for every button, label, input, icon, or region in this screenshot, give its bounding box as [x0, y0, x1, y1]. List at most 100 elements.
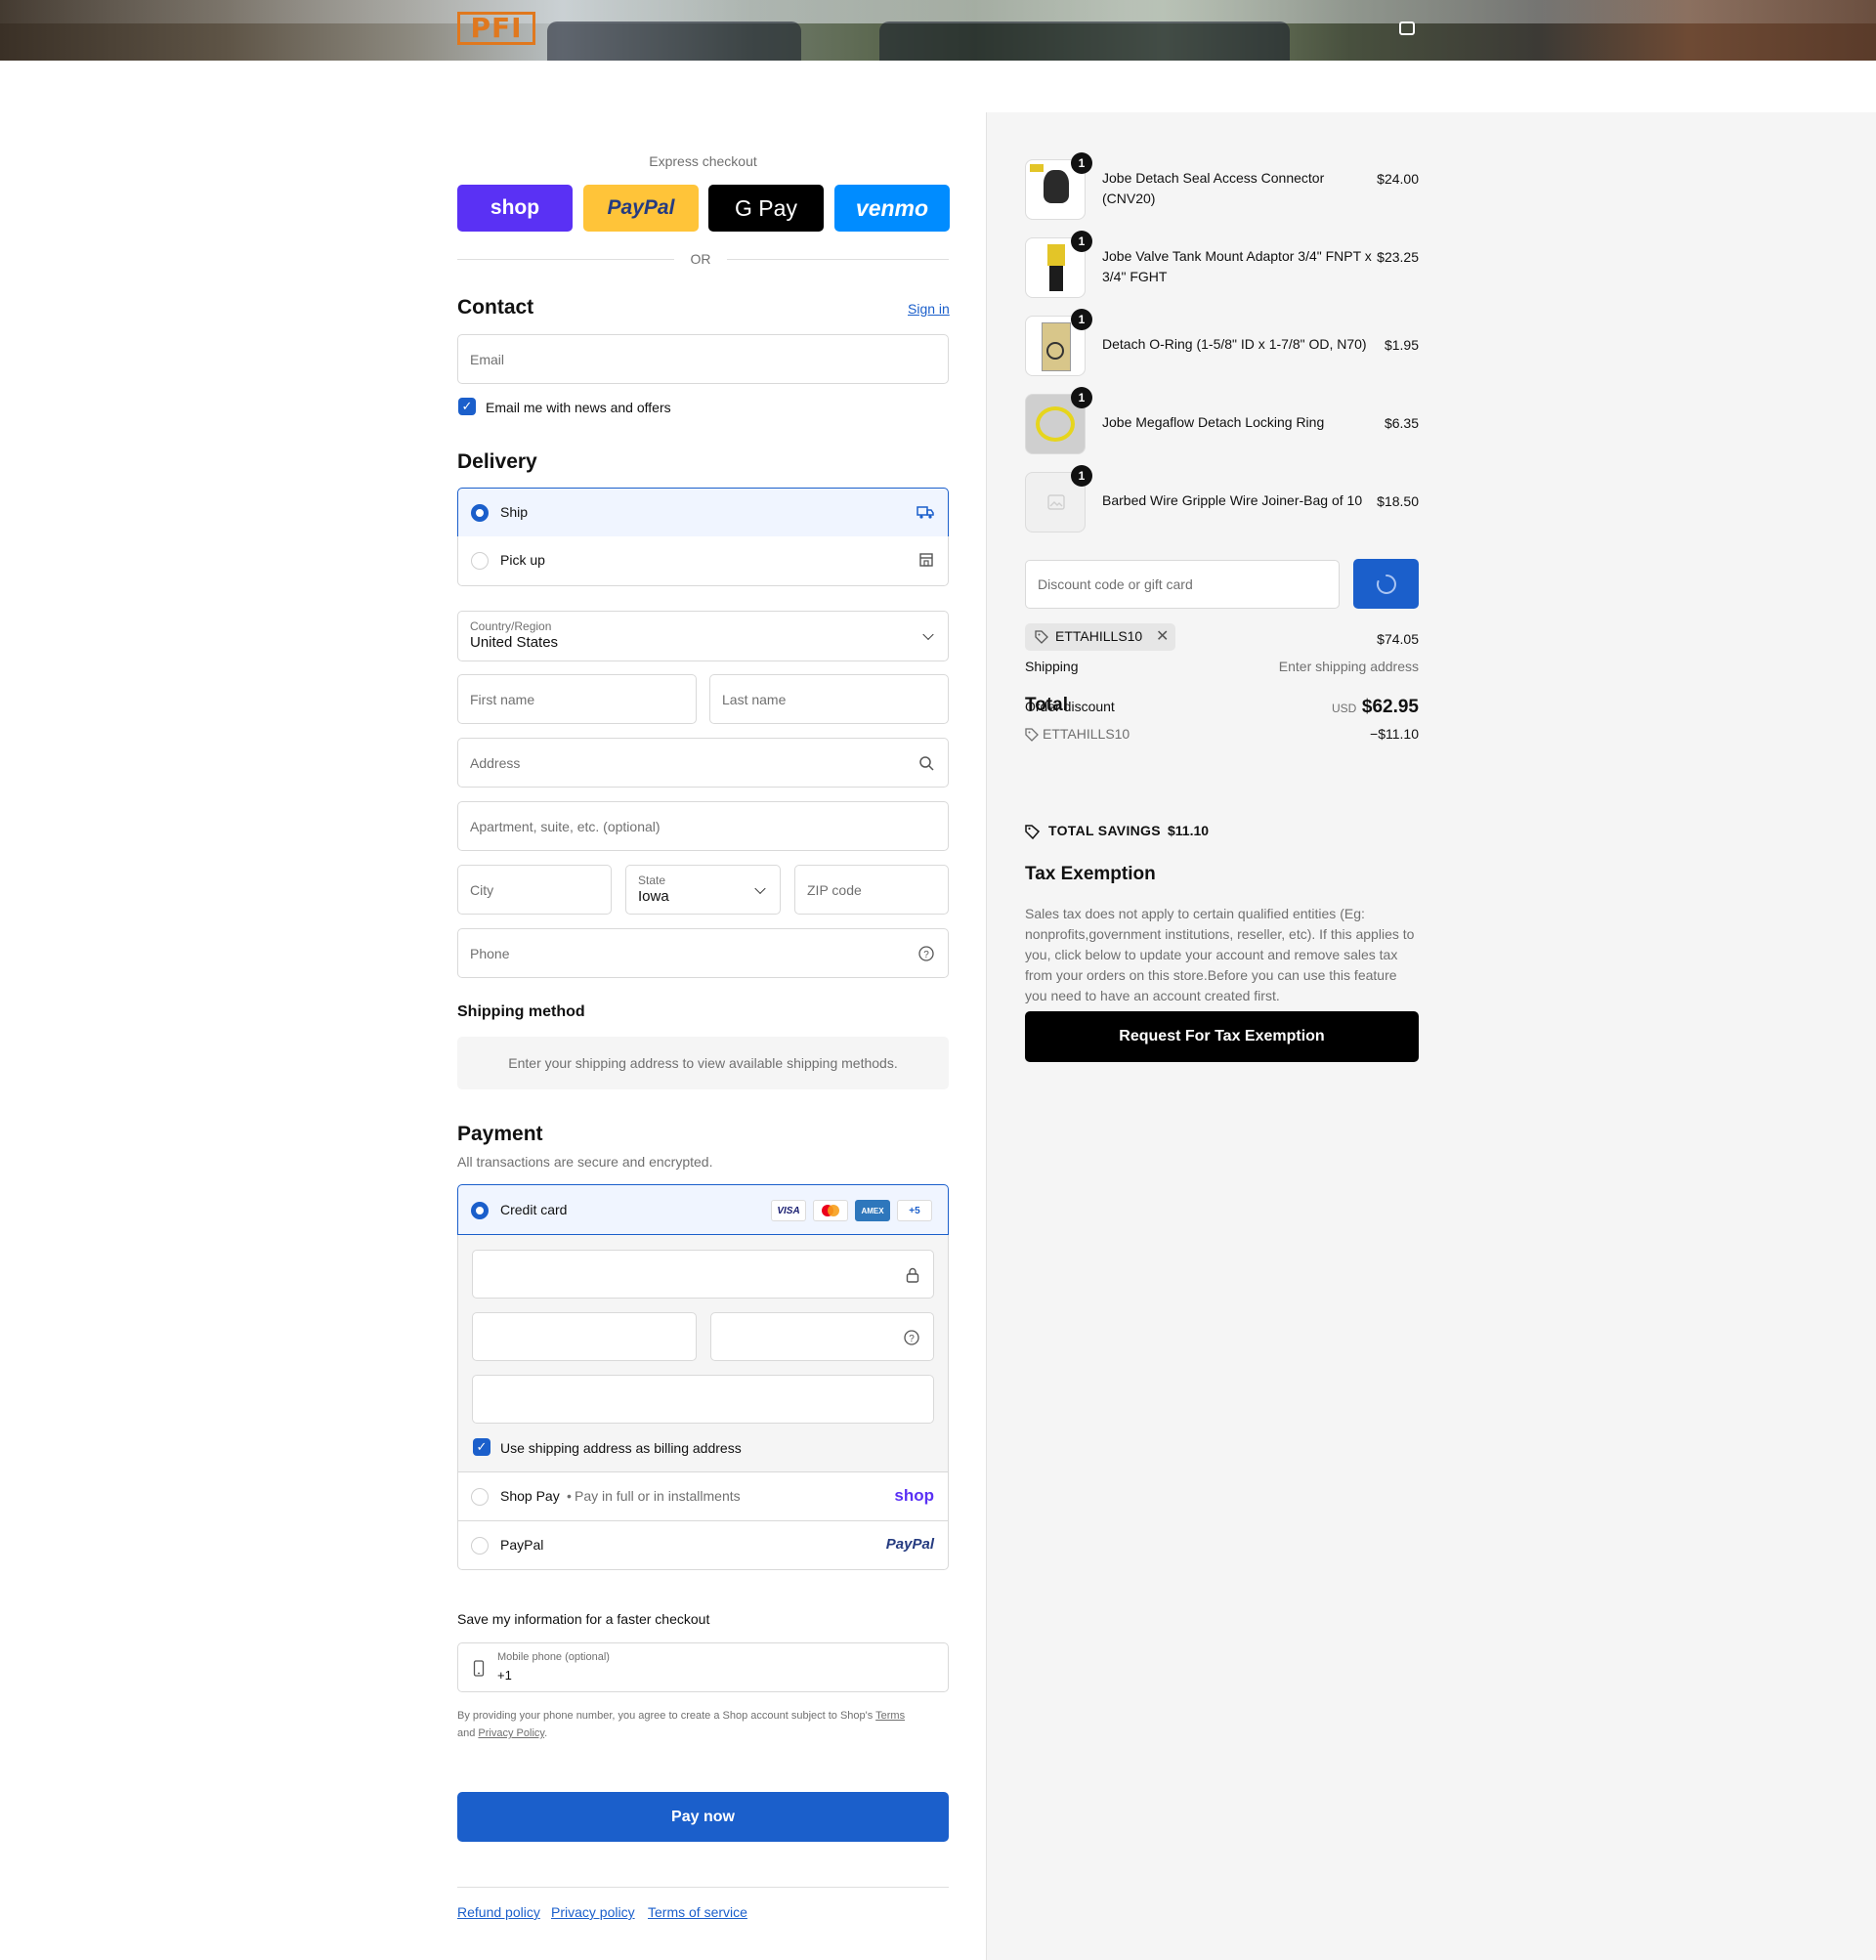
- applied-discount-tag: ETTAHILLS10 ✕: [1025, 623, 1175, 651]
- tax-exemption-body: Sales tax does not apply to certain qual…: [1025, 906, 1415, 1003]
- discount-code-row: ETTAHILLS10: [1043, 726, 1130, 742]
- quantity-badge: 1: [1071, 387, 1092, 408]
- store-logo[interactable]: PFI: [457, 12, 535, 45]
- country-select[interactable]: Country/Region United States: [457, 611, 949, 661]
- billing-same-checkbox[interactable]: ✓: [473, 1438, 490, 1456]
- expiry-field[interactable]: [472, 1312, 697, 1361]
- security-code-field[interactable]: ?: [710, 1312, 934, 1361]
- quantity-badge: 1: [1071, 465, 1092, 487]
- more-brands-badge: +5: [897, 1200, 932, 1221]
- image-placeholder-icon: [1047, 494, 1065, 510]
- visa-icon: VISA: [771, 1200, 806, 1221]
- product-price: $6.35: [1384, 415, 1419, 431]
- news-checkbox[interactable]: ✓: [458, 398, 476, 415]
- payment-subtitle: All transactions are secure and encrypte…: [457, 1154, 713, 1170]
- savings-label: TOTAL SAVINGS: [1048, 823, 1161, 838]
- apply-discount-button[interactable]: [1353, 559, 1419, 609]
- pickup-label: Pick up: [500, 552, 545, 568]
- venmo-button[interactable]: venmo: [834, 185, 950, 232]
- product-name: Jobe Valve Tank Mount Adaptor 3/4" FNPT …: [1102, 248, 1372, 284]
- tag-icon: [1025, 728, 1039, 742]
- footer-divider: [457, 1887, 949, 1888]
- refund-policy-link[interactable]: Refund policy: [457, 1904, 540, 1920]
- terms-of-service-link[interactable]: Terms of service: [648, 1904, 747, 1920]
- ship-radio[interactable]: [471, 504, 489, 522]
- product-name: Barbed Wire Gripple Wire Joiner-Bag of 1…: [1102, 492, 1363, 508]
- country-value: United States: [470, 634, 559, 651]
- shop-pay-button[interactable]: shop: [457, 185, 573, 232]
- sign-in-link[interactable]: Sign in: [908, 301, 950, 317]
- svg-text:?: ?: [909, 1334, 915, 1344]
- chevron-down-icon: [754, 882, 766, 894]
- svg-text:?: ?: [923, 950, 929, 960]
- state-select[interactable]: State Iowa: [625, 865, 781, 915]
- discount-code-field[interactable]: Discount code or gift card: [1025, 560, 1340, 609]
- pickup-radio[interactable]: [471, 552, 489, 570]
- help-icon[interactable]: ?: [904, 1330, 919, 1345]
- product-image-body: [1049, 266, 1063, 291]
- shipping-value: Enter shipping address: [1278, 659, 1419, 674]
- product-price: $24.00: [1377, 171, 1419, 187]
- quantity-badge: 1: [1071, 152, 1092, 174]
- address-field[interactable]: Address: [457, 738, 949, 788]
- remove-discount-icon[interactable]: ✕: [1156, 626, 1169, 646]
- chevron-down-icon: [922, 628, 934, 641]
- city-field[interactable]: City: [457, 865, 612, 915]
- credit-card-radio[interactable]: [471, 1202, 489, 1219]
- shipping-label: Shipping: [1025, 659, 1079, 674]
- shop-pay-logo: shop: [894, 1486, 934, 1505]
- product-thumbnail: 1: [1025, 465, 1092, 533]
- shipping-method-notice: Enter your shipping address to view avai…: [457, 1037, 949, 1089]
- paypal-radio[interactable]: [471, 1537, 489, 1555]
- first-name-field[interactable]: First name: [457, 674, 697, 724]
- phone-field[interactable]: Phone ?: [457, 928, 949, 978]
- cart-icon[interactable]: [1399, 21, 1415, 35]
- shop-pay-option[interactable]: Shop Pay • Pay in full or in installment…: [457, 1471, 949, 1521]
- shop-privacy-link[interactable]: Privacy Policy: [478, 1727, 544, 1739]
- pickup-option[interactable]: Pick up: [457, 536, 949, 586]
- product-thumbnail: 1: [1025, 309, 1092, 376]
- last-name-field[interactable]: Last name: [709, 674, 949, 724]
- paypal-label: PayPal: [500, 1537, 544, 1553]
- shop-pay-radio[interactable]: [471, 1488, 489, 1506]
- discount-value: −$11.10: [1370, 726, 1419, 742]
- divider: [727, 259, 949, 260]
- mobile-phone-icon: [473, 1660, 485, 1677]
- discount-placeholder: Discount code or gift card: [1038, 576, 1193, 592]
- shop-pay-sub: Pay in full or in installments: [575, 1488, 741, 1504]
- card-number-field[interactable]: [472, 1250, 934, 1299]
- tax-exemption-button[interactable]: Request For Tax Exemption: [1025, 1011, 1419, 1062]
- phone-placeholder: Phone: [470, 945, 510, 961]
- state-value: Iowa: [638, 888, 669, 905]
- quantity-badge: 1: [1071, 309, 1092, 330]
- privacy-policy-link[interactable]: Privacy policy: [551, 1904, 635, 1920]
- divider: [457, 259, 674, 260]
- zip-field[interactable]: ZIP code: [794, 865, 949, 915]
- paypal-logo: PayPal: [885, 1536, 934, 1553]
- paypal-button[interactable]: PayPal: [583, 185, 699, 232]
- zip-placeholder: ZIP code: [807, 881, 862, 898]
- paypal-option[interactable]: PayPal PayPal: [457, 1520, 949, 1570]
- shop-pay-label: Shop Pay: [500, 1488, 560, 1504]
- mobile-value: +1: [497, 1668, 512, 1683]
- mastercard-icon: [813, 1200, 848, 1221]
- ship-option[interactable]: Ship: [457, 488, 949, 537]
- help-icon[interactable]: ?: [918, 946, 934, 961]
- mobile-phone-field[interactable]: Mobile phone (optional) +1: [457, 1642, 949, 1692]
- google-pay-button[interactable]: G Pay: [708, 185, 824, 232]
- truck-icon: [917, 506, 934, 519]
- shop-terms-link[interactable]: Terms: [875, 1710, 905, 1722]
- currency-code: USD: [1332, 702, 1357, 715]
- amex-icon: AMEX: [855, 1200, 890, 1221]
- name-on-card-field[interactable]: [472, 1375, 934, 1424]
- email-field[interactable]: Email: [457, 334, 949, 384]
- legal-and: and: [457, 1727, 476, 1739]
- product-name: Detach O-Ring (1-5/8" ID x 1-7/8" OD, N7…: [1102, 336, 1367, 352]
- savings-tag-icon: [1025, 825, 1041, 839]
- tag-icon: [1035, 630, 1048, 644]
- contact-title: Contact: [457, 296, 534, 319]
- apartment-field[interactable]: Apartment, suite, etc. (optional): [457, 801, 949, 851]
- product-image-ring: [1046, 342, 1064, 360]
- or-label: OR: [690, 251, 711, 267]
- pay-now-button[interactable]: Pay now: [457, 1792, 949, 1842]
